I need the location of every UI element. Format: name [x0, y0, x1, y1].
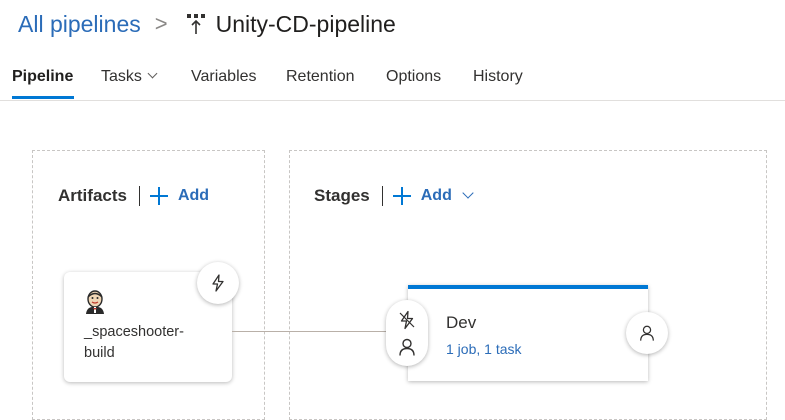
tab-history[interactable]: History [473, 68, 523, 86]
person-icon [640, 325, 654, 341]
artifacts-header: Artifacts Add [58, 184, 209, 208]
pipeline-tabs: Pipeline Tasks Variables Retention Optio… [0, 56, 785, 101]
tab-tasks-label: Tasks [101, 68, 142, 85]
release-pipeline-icon [186, 14, 205, 34]
tab-tasks[interactable]: Tasks [101, 68, 158, 86]
pre-deployment-conditions [386, 300, 428, 366]
all-pipelines-link[interactable]: All pipelines [18, 11, 141, 38]
jenkins-icon [86, 290, 104, 314]
tab-variables[interactable]: Variables [191, 68, 257, 86]
plus-icon [392, 187, 411, 205]
person-icon[interactable] [397, 337, 417, 357]
tab-pipeline[interactable]: Pipeline [12, 68, 73, 86]
tab-retention[interactable]: Retention [286, 68, 355, 86]
post-deployment-approvals-button[interactable] [626, 312, 668, 354]
add-stage-button[interactable]: Add [420, 187, 474, 205]
stages-title: Stages [314, 186, 370, 205]
chevron-down-icon [147, 68, 158, 79]
active-tab-indicator [12, 96, 74, 99]
tab-options[interactable]: Options [386, 68, 441, 86]
add-artifact-button[interactable]: Add [178, 187, 209, 205]
stages-header: Stages Add [314, 184, 474, 208]
header-divider [138, 186, 140, 206]
page-title: Unity-CD-pipeline [215, 10, 396, 37]
artifact-stage-connector [232, 331, 388, 332]
add-stage-label: Add [420, 187, 452, 204]
lightning-icon[interactable] [397, 310, 417, 330]
plus-icon [149, 187, 168, 205]
artifact-name[interactable]: _spaceshooter-build [84, 322, 214, 364]
header-divider [381, 186, 383, 206]
breadcrumb-separator: > [154, 11, 168, 36]
lightning-icon [212, 274, 224, 292]
stage-card-dev[interactable] [408, 285, 648, 381]
stage-name[interactable]: Dev [446, 313, 476, 333]
continuous-deployment-trigger-button[interactable] [197, 262, 239, 304]
artifacts-title: Artifacts [58, 186, 127, 205]
chevron-down-icon [462, 187, 474, 199]
breadcrumb: All pipelines > Unity-CD-pipeline [18, 6, 396, 42]
stage-tasks-link[interactable]: 1 job, 1 task [446, 341, 522, 357]
